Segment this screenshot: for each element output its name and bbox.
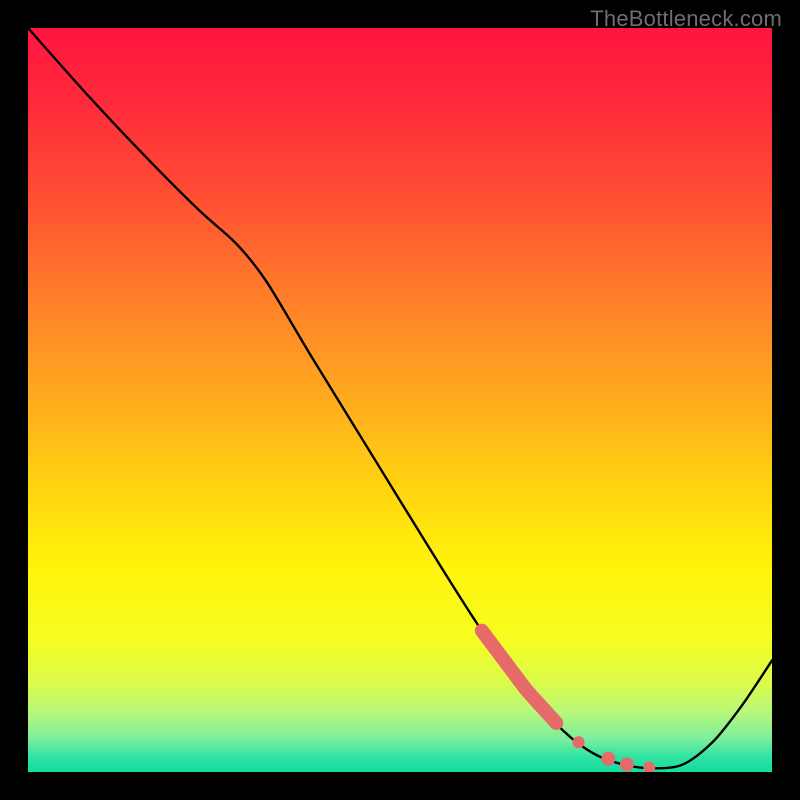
- plot-background: [28, 28, 772, 772]
- highlight-dot: [601, 752, 615, 766]
- watermark-text: TheBottleneck.com: [590, 6, 782, 32]
- chart-frame: TheBottleneck.com: [0, 0, 800, 800]
- highlight-dot: [620, 758, 634, 772]
- highlight-dot: [573, 736, 585, 748]
- bottleneck-chart: [0, 0, 800, 800]
- highlight-dot: [643, 762, 655, 774]
